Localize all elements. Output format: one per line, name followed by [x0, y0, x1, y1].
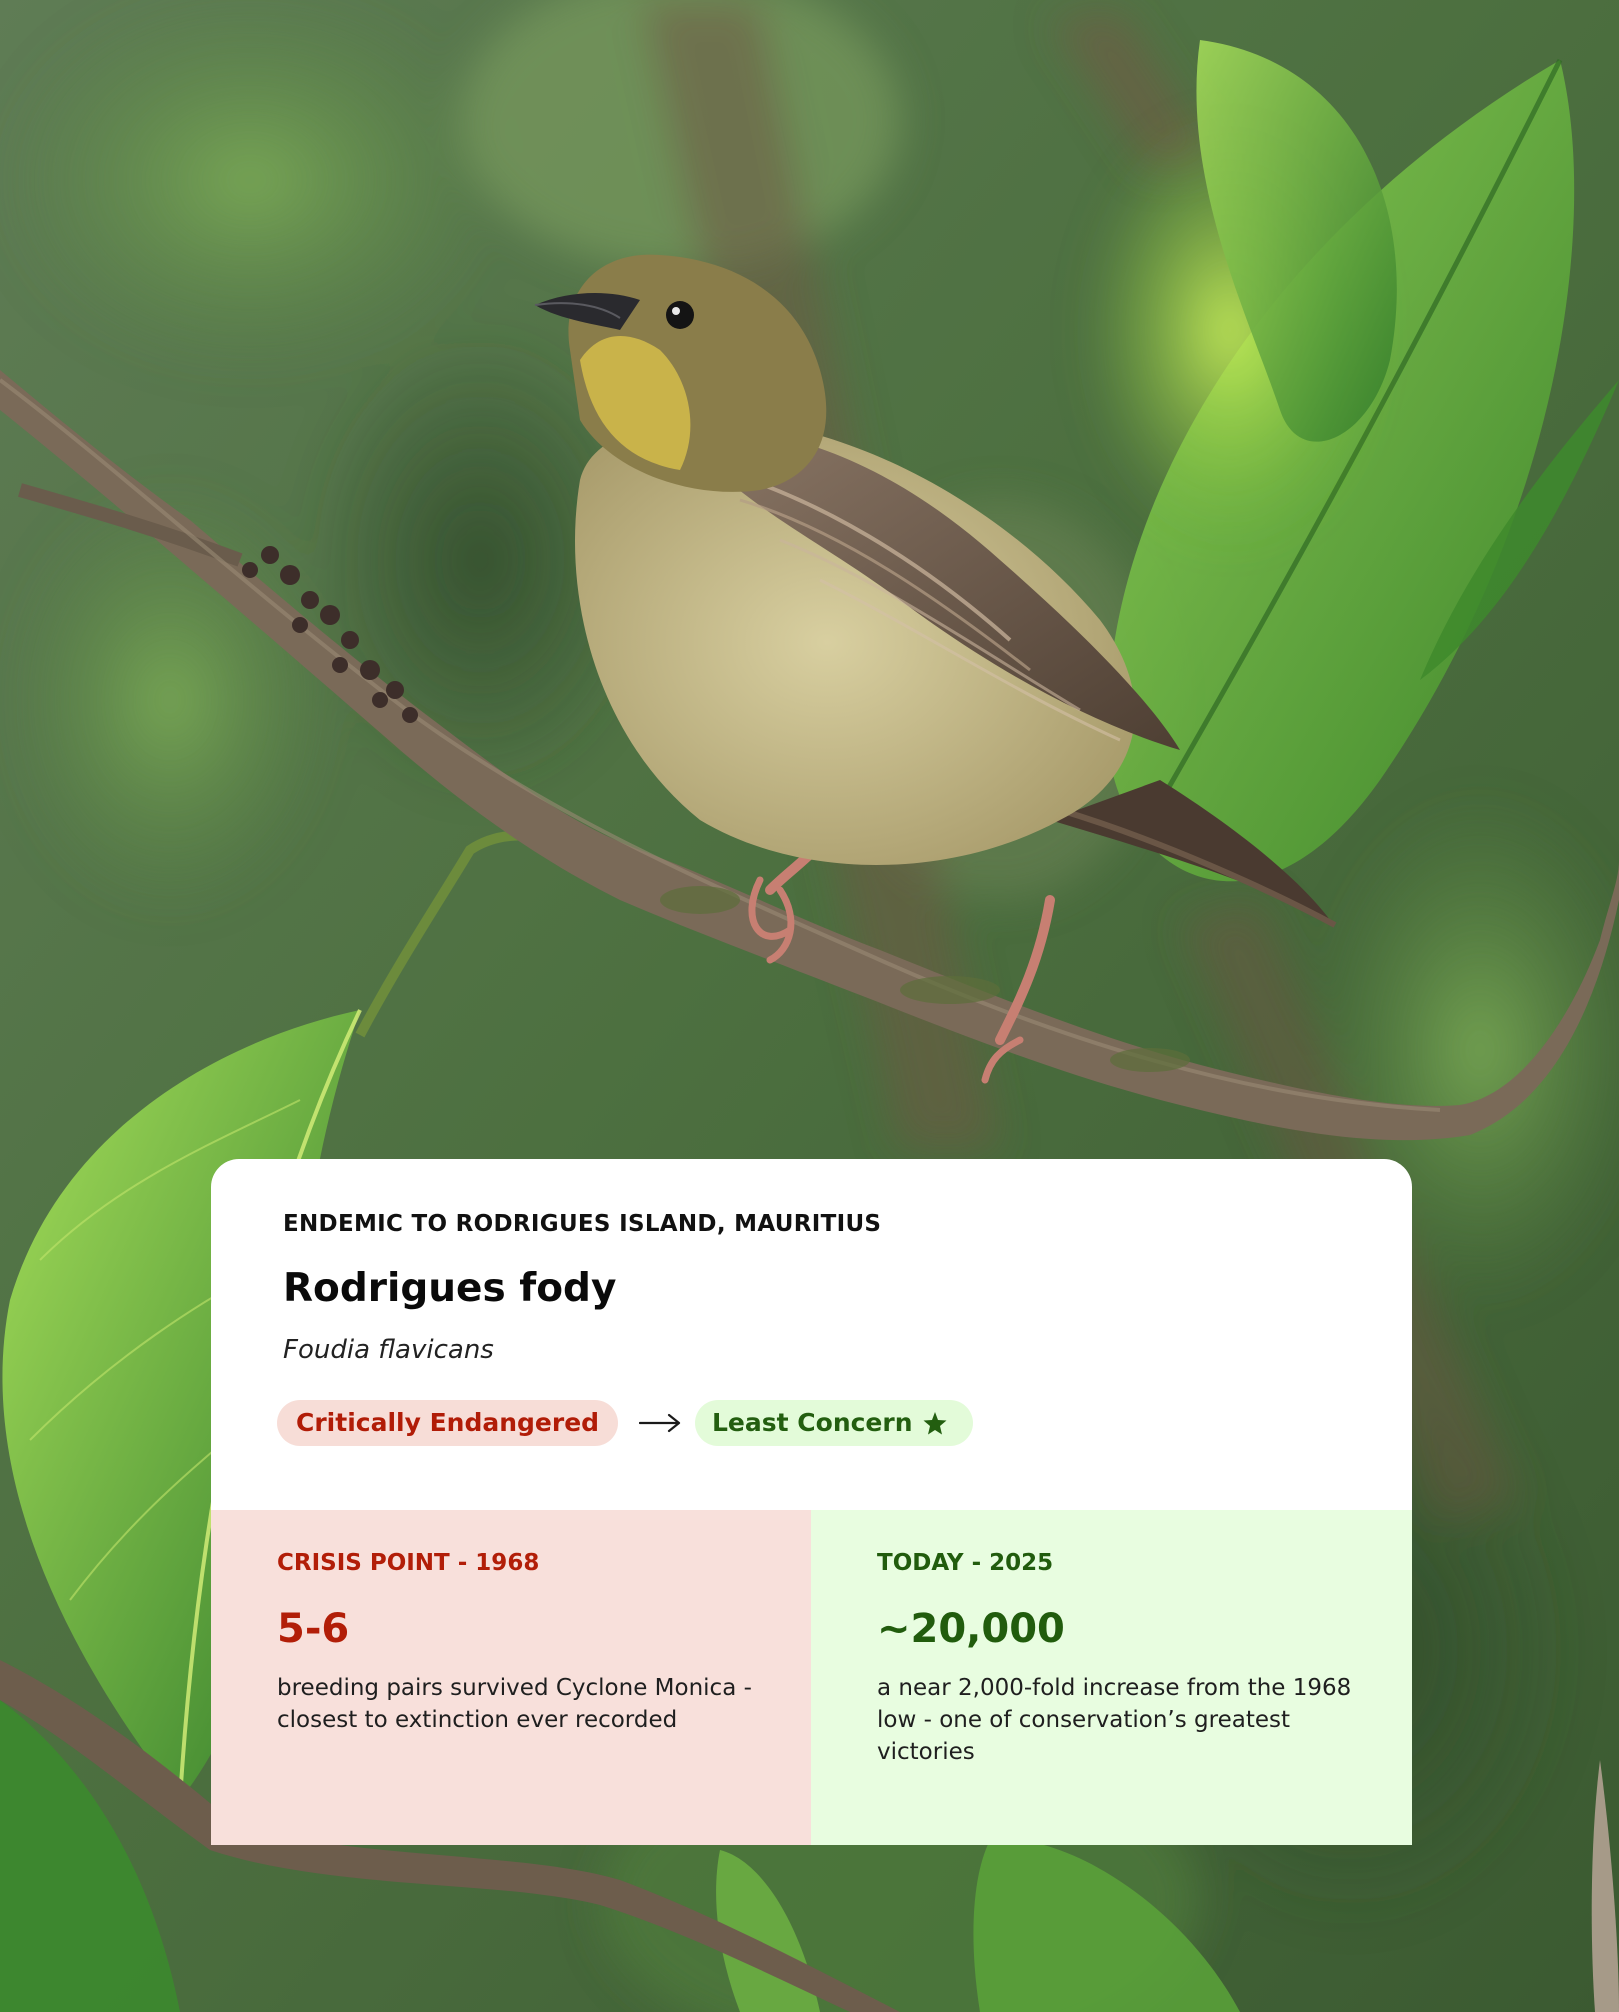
crisis-population-value: 5-6: [277, 1606, 350, 1652]
species-common-name: Rodrigues fody: [283, 1266, 617, 1311]
crisis-point-panel: CRISIS POINT - 1968 5-6 breeding pairs s…: [211, 1510, 811, 1845]
status-from-label: Critically Endangered: [296, 1408, 600, 1437]
conservation-status-row: Critically Endangered Least Concern: [277, 1400, 1037, 1446]
crisis-description: breeding pairs survived Cyclone Monica -…: [277, 1675, 752, 1733]
today-panel: TODAY - 2025 ~20,000 a near 2,000-fold i…: [811, 1510, 1412, 1845]
arrow-right-icon: [639, 1413, 681, 1433]
endemic-region-label: ENDEMIC TO RODRIGUES ISLAND, MAURITIUS: [283, 1211, 882, 1237]
today-year-label: TODAY - 2025: [877, 1550, 1054, 1576]
species-scientific-name: Foudia flavicans: [283, 1335, 494, 1365]
star-icon: [923, 1412, 947, 1435]
status-badge-least-concern: Least Concern: [695, 1400, 973, 1446]
species-info-card: ENDEMIC TO RODRIGUES ISLAND, MAURITIUS R…: [211, 1159, 1412, 1845]
today-population-value: ~20,000: [877, 1606, 1065, 1652]
status-badge-critically-endangered: Critically Endangered: [277, 1400, 618, 1446]
status-to-label: Least Concern: [712, 1408, 913, 1437]
today-description: a near 2,000-fold increase from the 1968…: [877, 1675, 1352, 1765]
crisis-year-label: CRISIS POINT - 1968: [277, 1550, 540, 1576]
species-header: ENDEMIC TO RODRIGUES ISLAND, MAURITIUS R…: [211, 1159, 1412, 1510]
